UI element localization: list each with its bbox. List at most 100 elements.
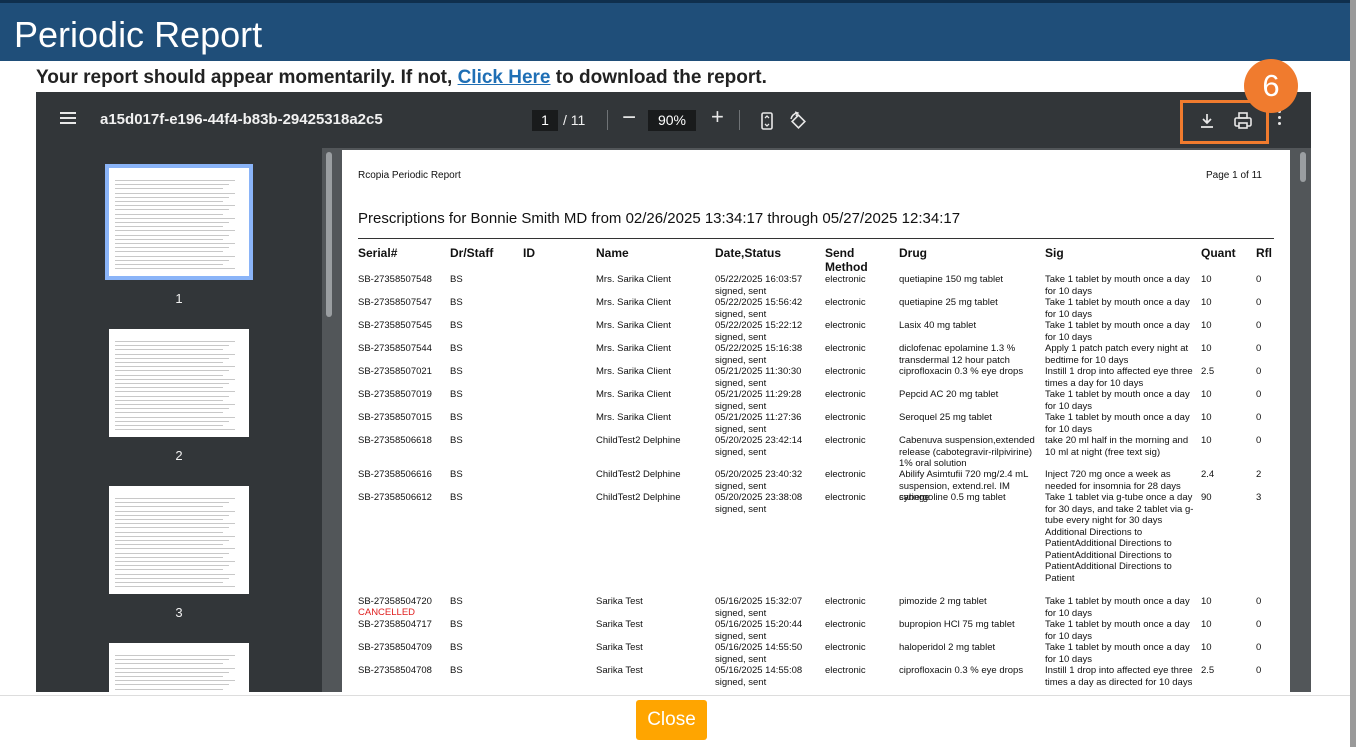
sidebar-scrollbar[interactable] <box>326 152 332 317</box>
close-button[interactable]: Close <box>636 700 707 740</box>
thumbnail-text-line <box>115 671 229 673</box>
table-cell: 05/22/2025 16:03:57 signed, sent <box>715 274 803 297</box>
table-cell: Mrs. Sarika Client <box>596 320 671 331</box>
thumbnail-text-line <box>115 222 229 223</box>
thumbnail-text-line <box>115 535 235 537</box>
table-cell: 05/22/2025 15:22:12 signed, sent <box>715 320 803 343</box>
table-cell: diclofenac epolamine 1.3 % transdermal 1… <box>899 343 1016 366</box>
table-cell: 10 <box>1201 389 1212 400</box>
thumbnail-text-line <box>115 676 223 677</box>
thumbnail-text-line <box>115 209 229 211</box>
page-scrollbar[interactable] <box>1300 152 1306 182</box>
table-cell: electronic <box>825 412 866 423</box>
table-cell: electronic <box>825 297 866 308</box>
table-cell: 2 <box>1256 469 1262 480</box>
table-cell: 05/21/2025 11:30:30 signed, sent <box>715 366 802 389</box>
thumbnail-text-line <box>115 577 229 579</box>
column-header: Quant <box>1201 246 1236 260</box>
table-cell: SB-27358504720 <box>358 596 432 607</box>
page-number-input[interactable]: 1 <box>532 110 558 131</box>
table-cell: Take 1 tablet by mouth once a day for 10… <box>1045 274 1190 297</box>
table-cell: 10 <box>1201 619 1212 630</box>
thumbnail-text-line <box>115 416 235 418</box>
thumbnail-page-1[interactable] <box>105 164 253 280</box>
modal-footer: Close <box>0 695 1350 747</box>
table-cell: 2.5 <box>1201 665 1215 676</box>
thumbnail-text-line <box>115 268 235 270</box>
download-report-link[interactable]: Click Here <box>458 67 551 88</box>
table-cell: 0 <box>1256 389 1262 400</box>
table-cell: 05/16/2025 15:20:44 signed, sent <box>715 619 803 642</box>
column-header: Serial# <box>358 246 398 260</box>
notice-text-after: to download the report. <box>550 67 767 88</box>
table-cell: electronic <box>825 665 866 676</box>
modal-title-bar: Periodic Report <box>0 0 1350 61</box>
table-cell: 90 <box>1201 492 1212 503</box>
thumbnail-text-line <box>115 663 223 665</box>
thumbnail-text-line <box>115 573 235 575</box>
table-cell: Sarika Test <box>596 619 643 630</box>
thumbnail-text-line <box>115 184 229 186</box>
cancelled-status: CANCELLED <box>358 607 416 618</box>
thumbnail-text-line <box>115 391 235 393</box>
fit-page-icon[interactable] <box>756 110 778 132</box>
thumbnail-text-line <box>115 247 229 249</box>
thumbnail-text-line <box>115 565 229 567</box>
table-cell: 0 <box>1256 274 1262 285</box>
thumbnail-text-line <box>115 655 235 656</box>
toolbar-divider <box>607 110 608 130</box>
column-header: Sig <box>1045 246 1064 260</box>
table-cell: 05/22/2025 15:16:38 signed, sent <box>715 343 803 366</box>
table-cell: 3 <box>1256 492 1262 503</box>
thumbnail-number: 2 <box>175 448 183 463</box>
table-cell: Mrs. Sarika Client <box>596 389 671 400</box>
thumbnail-text-line <box>115 362 223 363</box>
column-header: Dr/Staff <box>450 246 494 260</box>
thumbnail-text-line <box>115 180 235 181</box>
column-header: Drug <box>899 246 927 260</box>
thumbnail-page-3[interactable] <box>109 486 249 594</box>
thumbnail-page-2[interactable] <box>109 329 249 437</box>
thumbnail-text-line <box>115 548 235 550</box>
thumbnail-text-line <box>115 378 235 380</box>
table-cell: 05/20/2025 23:38:08 signed, sent <box>715 492 803 515</box>
table-cell: Take 1 tablet by mouth once a day for 10… <box>1045 642 1190 665</box>
table-cell: 05/21/2025 11:29:28 signed, sent <box>715 389 802 412</box>
table-cell: Pepcid AC 20 mg tablet <box>899 389 999 400</box>
thumbnail-page-4[interactable] <box>109 643 249 692</box>
table-cell: ciprofloxacin 0.3 % eye drops <box>899 366 1024 377</box>
column-header: Send Method <box>825 246 868 274</box>
table-cell: 10 <box>1201 596 1212 607</box>
table-cell: electronic <box>825 492 866 503</box>
thumbnail-sidebar: 1 2 3 <box>36 148 322 692</box>
thumbnail-text-line <box>115 506 223 508</box>
table-cell: Inject 720 mg once a week as needed for … <box>1045 469 1181 492</box>
thumbnail-text-line <box>115 552 229 554</box>
table-cell: Sarika Test <box>596 596 643 607</box>
thumbnail-text-line <box>115 510 235 512</box>
more-options-icon[interactable] <box>1276 110 1282 130</box>
table-cell: 0 <box>1256 343 1262 354</box>
thumbnail-text-line <box>115 556 223 558</box>
zoom-out-button[interactable]: − <box>622 104 636 132</box>
table-cell: BS <box>450 343 463 354</box>
zoom-level-input[interactable]: 90% <box>648 110 696 131</box>
thumbnail-text-line <box>115 531 223 533</box>
zoom-in-button[interactable]: + <box>711 104 724 130</box>
table-cell: SB-27358506618 <box>358 435 432 446</box>
table-cell: BS <box>450 435 463 446</box>
table-cell: BS <box>450 412 463 423</box>
table-cell: take 20 ml half in the morning and 10 ml… <box>1045 435 1189 458</box>
menu-icon[interactable] <box>60 112 76 126</box>
rotate-icon[interactable] <box>787 110 809 132</box>
table-cell: Take 1 tablet by mouth once a day for 10… <box>1045 297 1190 320</box>
thumbnail-text-line <box>115 259 229 261</box>
thumbnail-text-line <box>115 230 235 232</box>
report-notice: Your report should appear momentarily. I… <box>36 67 767 89</box>
thumbnail-text-line <box>115 192 235 194</box>
thumbnail-text-line <box>115 667 235 669</box>
thumbnail-text-line <box>115 374 223 376</box>
table-cell: Take 1 tablet by mouth once a day for 10… <box>1045 389 1190 412</box>
table-cell: BS <box>450 389 463 400</box>
thumbnail-text-line <box>115 353 235 355</box>
